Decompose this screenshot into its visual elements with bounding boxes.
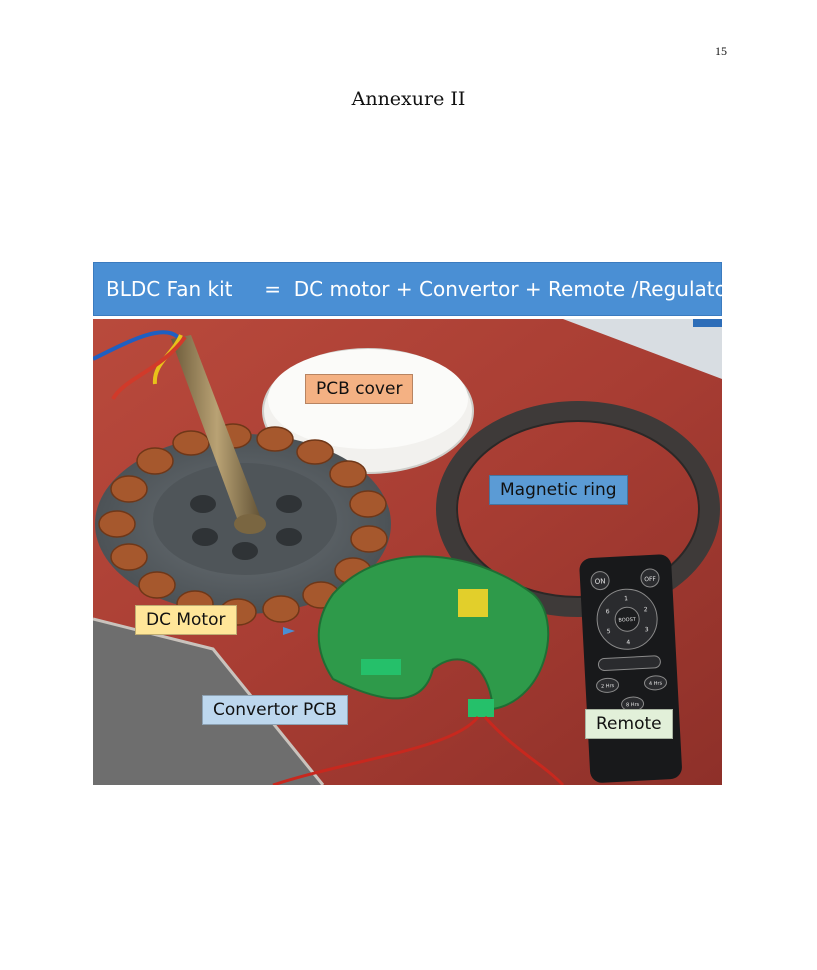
remote-speed-3: 3 xyxy=(645,626,649,633)
remote-timer-4h-label: 4 Hrs xyxy=(649,680,663,687)
remote-timer-8h-label: 8 Hrs xyxy=(626,702,640,709)
pcb-terminal xyxy=(361,659,401,675)
bldc-fan-kit-figure: BLDC Fan kit = DC motor + Convertor + Re… xyxy=(93,262,722,785)
magnetic-ring-label: Magnetic ring xyxy=(489,475,628,505)
figure-banner: BLDC Fan kit = DC motor + Convertor + Re… xyxy=(93,262,722,316)
remote-timer-2h-label: 2 Hrs xyxy=(601,683,615,690)
shaft-base xyxy=(234,514,266,534)
remote-speed-1: 1 xyxy=(624,595,628,602)
dc-motor-label: DC Motor xyxy=(135,605,237,635)
remote-boost-label: BOOST xyxy=(618,617,637,624)
remote-speed-4: 4 xyxy=(626,639,630,646)
remote-mode-strip xyxy=(597,655,661,671)
blue-strip xyxy=(693,319,722,327)
remote-speed-6: 6 xyxy=(606,608,610,615)
page-number: 15 xyxy=(715,44,727,58)
pcb-capacitor xyxy=(458,589,488,617)
remote-off-label: OFF xyxy=(644,576,657,584)
pcb-cover-label: PCB cover xyxy=(305,374,414,404)
remote-on-label: ON xyxy=(595,577,606,586)
remote-label: Remote xyxy=(585,709,673,739)
pcb-terminal-2 xyxy=(468,699,494,717)
page-title: Annexure II xyxy=(351,88,466,110)
remote-speed-2: 2 xyxy=(644,606,648,613)
convertor-pcb-label: Convertor PCB xyxy=(202,695,348,725)
remote-control: ON OFF BOOST 1 2 3 4 5 6 2 Hrs 4 Hrs 8 H… xyxy=(579,554,682,783)
remote-speed-5: 5 xyxy=(607,628,611,635)
